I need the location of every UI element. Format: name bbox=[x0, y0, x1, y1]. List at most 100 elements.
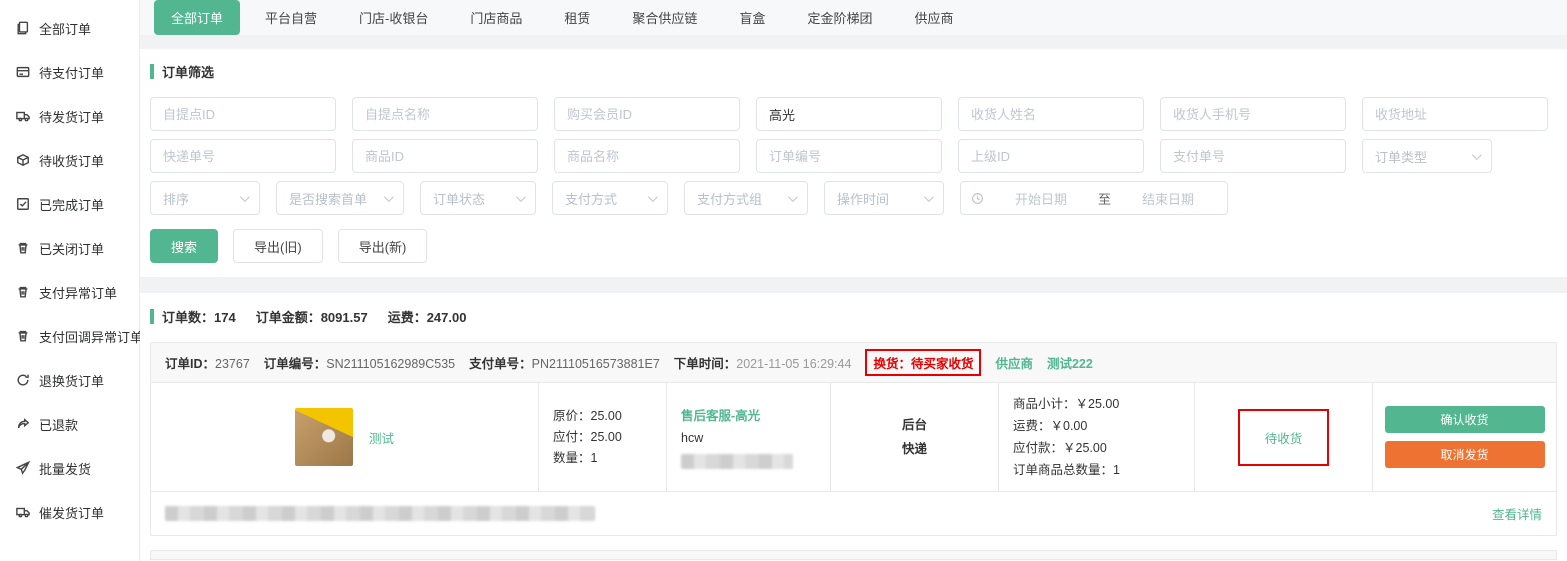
order-management-page: 全部订单 待支付订单 待发货订单 待收货订单 已完成订单 已关闭订单 支付异常订… bbox=[0, 0, 1567, 561]
order-no-input[interactable] bbox=[756, 139, 942, 173]
status-cell: 待收货 bbox=[1194, 383, 1372, 491]
tab-store-cashier[interactable]: 门店-收银台 bbox=[342, 0, 445, 35]
express-no-input[interactable] bbox=[150, 139, 336, 173]
start-date-field[interactable]: 开始日期 bbox=[992, 189, 1090, 208]
tab-deposit-group[interactable]: 定金阶梯团 bbox=[790, 0, 889, 35]
goods-subtotal: 商品小计：￥25.00 bbox=[1013, 393, 1180, 415]
receiver-name-input[interactable] bbox=[958, 97, 1144, 131]
original-price: 原价：25.00 bbox=[553, 406, 652, 427]
supplier-label: 供应商 bbox=[995, 353, 1033, 372]
actions-cell: 确认收货 取消发货 bbox=[1372, 383, 1556, 491]
order-type-tabs: 全部订单 平台自营 门店-收银台 门店商品 租赁 聚合供应链 盲盒 定金阶梯团 … bbox=[140, 0, 1567, 35]
member-keyword-input[interactable] bbox=[756, 97, 942, 131]
sidebar-item-closed[interactable]: 已关闭订单 bbox=[0, 226, 139, 270]
truck-icon bbox=[16, 505, 30, 519]
trash-icon bbox=[16, 329, 30, 343]
chevron-down-icon bbox=[240, 192, 250, 202]
filter-row-2: 订单类型 bbox=[150, 139, 1557, 173]
sidebar-item-pending-payment[interactable]: 待支付订单 bbox=[0, 50, 139, 94]
customer-service-link[interactable]: 售后客服-高光 bbox=[681, 405, 816, 427]
payable-price: 应付：25.00 bbox=[553, 427, 652, 448]
sidebar-item-label: 批量发货 bbox=[39, 459, 91, 478]
sidebar-item-pending-receipt[interactable]: 待收货订单 bbox=[0, 138, 139, 182]
orders-panel: 订单数：174 订单金额：8091.57 运费：247.00 订单ID：2376… bbox=[140, 293, 1567, 561]
pay-method-select[interactable]: 支付方式 bbox=[552, 181, 668, 215]
payment-no-input[interactable] bbox=[1160, 139, 1346, 173]
date-range-picker[interactable]: 开始日期 至 结束日期 bbox=[960, 181, 1228, 215]
clock-icon bbox=[971, 192, 984, 205]
sidebar-item-refunded[interactable]: 已退款 bbox=[0, 402, 139, 446]
sort-select[interactable]: 排序 bbox=[150, 181, 260, 215]
check-square-icon bbox=[16, 197, 30, 211]
tab-rental[interactable]: 租赁 bbox=[547, 0, 607, 35]
receiver-address-input[interactable] bbox=[1362, 97, 1548, 131]
sidebar-item-completed[interactable]: 已完成订单 bbox=[0, 182, 139, 226]
tab-platform-self[interactable]: 平台自营 bbox=[248, 0, 334, 35]
main-content: 全部订单 平台自营 门店-收银台 门店商品 租赁 聚合供应链 盲盒 定金阶梯团 … bbox=[140, 0, 1567, 561]
cancel-shipment-button[interactable]: 取消发货 bbox=[1385, 441, 1545, 468]
sidebar-item-label: 支付异常订单 bbox=[39, 283, 117, 302]
customer-name: hcw bbox=[681, 427, 816, 449]
sidebar: 全部订单 待支付订单 待发货订单 待收货订单 已完成订单 已关闭订单 支付异常订… bbox=[0, 0, 140, 561]
share-icon bbox=[16, 417, 30, 431]
sidebar-item-urge-shipment[interactable]: 催发货订单 bbox=[0, 490, 139, 534]
shipping-fee-total: 运费：247.00 bbox=[388, 307, 467, 326]
refresh-icon bbox=[16, 373, 30, 387]
tab-supply-chain[interactable]: 聚合供应链 bbox=[615, 0, 714, 35]
tab-all-orders[interactable]: 全部订单 bbox=[154, 0, 240, 35]
confirm-receipt-button[interactable]: 确认收货 bbox=[1385, 406, 1545, 433]
export-old-button[interactable]: 导出(旧) bbox=[233, 229, 323, 263]
sidebar-item-label: 已关闭订单 bbox=[39, 239, 104, 258]
filter-title: 订单筛选 bbox=[150, 62, 1557, 81]
filter-actions: 搜索 导出(旧) 导出(新) bbox=[150, 229, 1557, 263]
sidebar-item-label: 催发货订单 bbox=[39, 503, 104, 522]
end-date-field[interactable]: 结束日期 bbox=[1119, 189, 1217, 208]
sidebar-item-label: 待支付订单 bbox=[39, 63, 104, 82]
tab-store-goods[interactable]: 门店商品 bbox=[453, 0, 539, 35]
receiver-phone-input[interactable] bbox=[1160, 97, 1346, 131]
chevron-down-icon bbox=[516, 192, 526, 202]
sidebar-item-payment-error[interactable]: 支付异常订单 bbox=[0, 270, 139, 314]
pay-method-group-select[interactable]: 支付方式组 bbox=[684, 181, 808, 215]
export-new-button[interactable]: 导出(新) bbox=[338, 229, 428, 263]
pickup-name-input[interactable] bbox=[352, 97, 538, 131]
pickup-id-input[interactable] bbox=[150, 97, 336, 131]
chevron-down-icon bbox=[384, 192, 394, 202]
totals-cell: 商品小计：￥25.00 运费：￥0.00 应付款：￥25.00 订单商品总数量：… bbox=[998, 383, 1194, 491]
product-name-input[interactable] bbox=[554, 139, 740, 173]
sidebar-item-label: 全部订单 bbox=[39, 19, 91, 38]
payment-no: 支付单号：PN21110516573881E7 bbox=[469, 353, 660, 372]
parent-id-input[interactable] bbox=[958, 139, 1144, 173]
product-cell: 测试 bbox=[151, 383, 538, 491]
member-id-input[interactable] bbox=[554, 97, 740, 131]
order-footer: 查看详情 bbox=[151, 491, 1556, 535]
chevron-down-icon bbox=[648, 192, 658, 202]
total-quantity: 订单商品总数量：1 bbox=[1013, 459, 1180, 481]
sidebar-item-label: 已完成订单 bbox=[39, 195, 104, 214]
product-name-link[interactable]: 测试 bbox=[369, 428, 394, 447]
tab-blind-box[interactable]: 盲盒 bbox=[722, 0, 782, 35]
sidebar-item-all-orders[interactable]: 全部订单 bbox=[0, 6, 139, 50]
operate-time-select[interactable]: 操作时间 bbox=[824, 181, 944, 215]
sidebar-item-payment-callback-error[interactable]: 支付回调异常订单 bbox=[0, 314, 139, 358]
price-cell: 原价：25.00 应付：25.00 数量：1 bbox=[538, 383, 666, 491]
order-type-select[interactable]: 订单类型 bbox=[1362, 139, 1492, 173]
filter-row-3: 排序 是否搜索首单 订单状态 支付方式 支付方式组 操作时间 开始日期 至 结束… bbox=[150, 181, 1557, 215]
sidebar-item-label: 退换货订单 bbox=[39, 371, 104, 390]
product-image[interactable] bbox=[295, 408, 353, 466]
first-order-select[interactable]: 是否搜索首单 bbox=[276, 181, 404, 215]
filter-panel: 订单筛选 订单类型 bbox=[140, 49, 1567, 277]
product-id-input[interactable] bbox=[352, 139, 538, 173]
credit-card-icon bbox=[16, 65, 30, 79]
search-button[interactable]: 搜索 bbox=[150, 229, 218, 263]
chevron-down-icon bbox=[924, 192, 934, 202]
sidebar-item-batch-shipment[interactable]: 批量发货 bbox=[0, 446, 139, 490]
tab-supplier[interactable]: 供应商 bbox=[897, 0, 970, 35]
amount-payable: 应付款：￥25.00 bbox=[1013, 437, 1180, 459]
sidebar-item-pending-shipment[interactable]: 待发货订单 bbox=[0, 94, 139, 138]
sidebar-item-returns[interactable]: 退换货订单 bbox=[0, 358, 139, 402]
view-detail-link[interactable]: 查看详情 bbox=[1492, 504, 1542, 523]
order-status-select[interactable]: 订单状态 bbox=[420, 181, 536, 215]
send-icon bbox=[16, 461, 30, 475]
order-no: 订单编号：SN211105162989C535 bbox=[264, 353, 455, 372]
